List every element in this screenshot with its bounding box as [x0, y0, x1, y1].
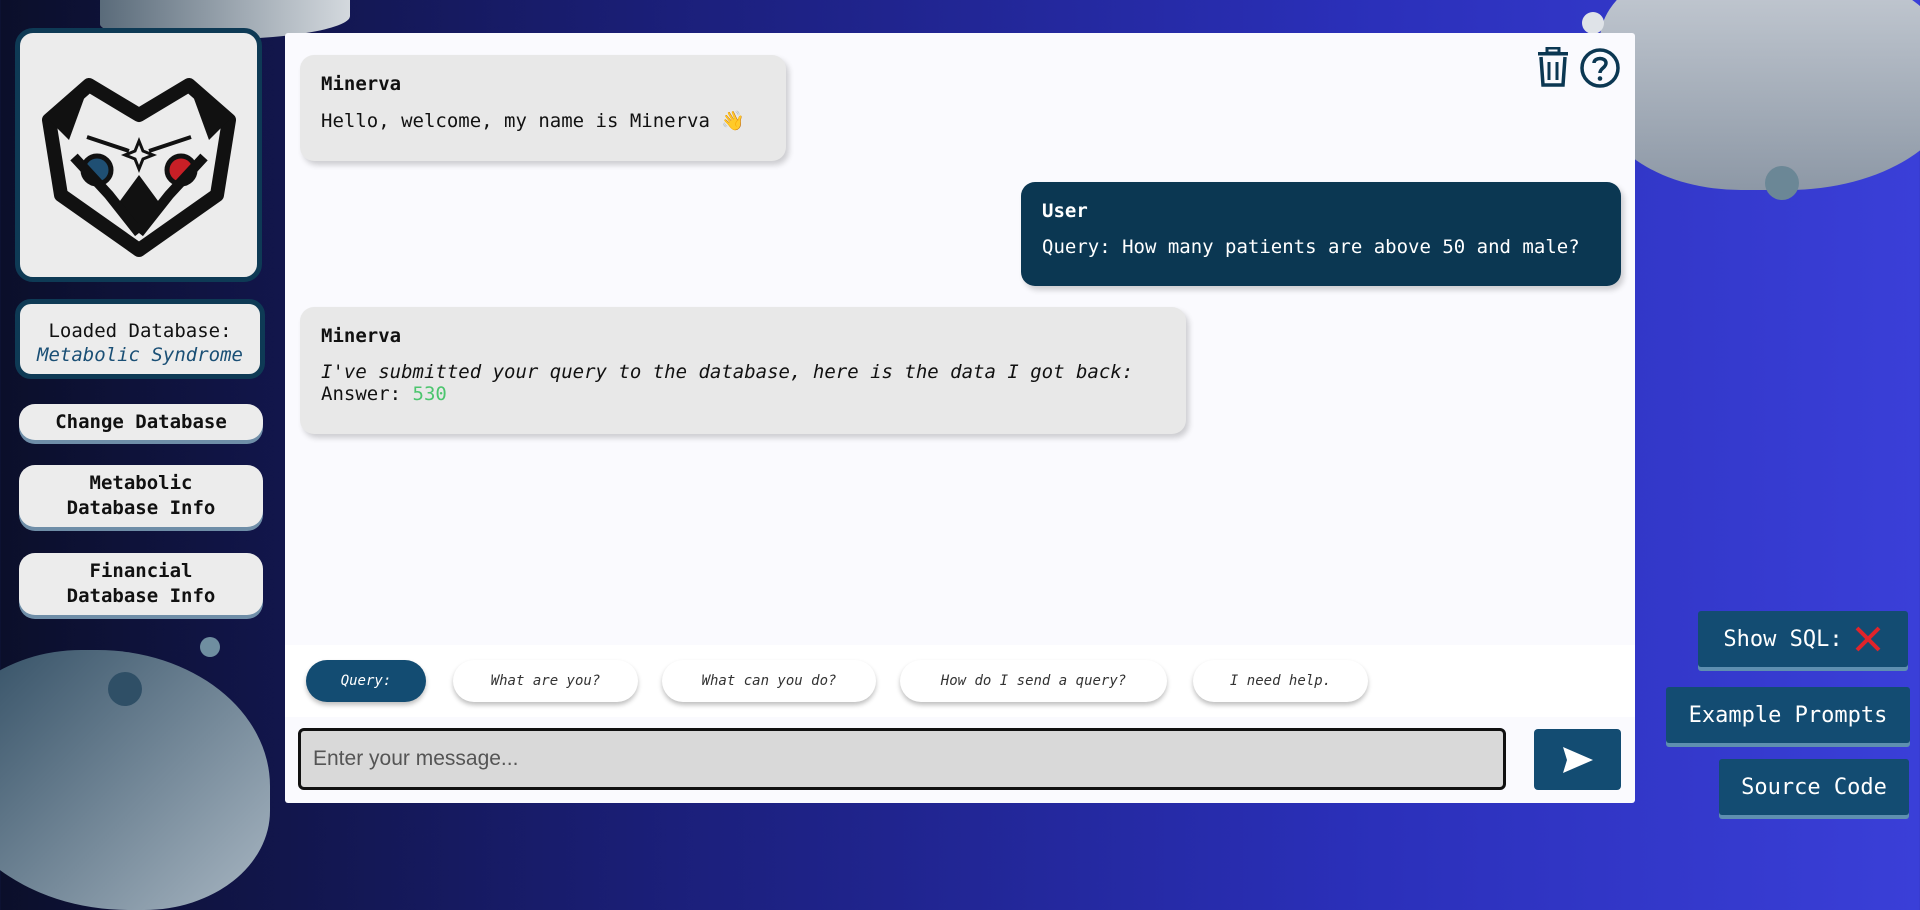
- chip-query[interactable]: Query:: [306, 660, 426, 702]
- decor-dot: [1582, 12, 1604, 34]
- send-icon: [1562, 746, 1593, 773]
- chat-toolbar: [1535, 47, 1621, 89]
- chat-panel: Minerva Hello, welcome, my name is Miner…: [285, 33, 1635, 803]
- button-label-line1: Metabolic: [89, 472, 193, 494]
- button-label-line1: Financial: [89, 560, 193, 582]
- message-text: I've submitted your query to the databas…: [321, 361, 1134, 383]
- change-database-button[interactable]: Change Database: [19, 404, 263, 440]
- decor-dot: [1765, 166, 1799, 200]
- example-prompts-button[interactable]: Example Prompts: [1666, 687, 1910, 743]
- metabolic-database-info-button[interactable]: Metabolic Database Info: [19, 465, 263, 527]
- chip-what-are-you[interactable]: What are you?: [453, 660, 638, 702]
- answer-label: Answer:: [321, 383, 402, 405]
- chip-need-help[interactable]: I need help.: [1193, 660, 1368, 702]
- message-text: Hello, welcome, my name is Minerva 👋: [321, 110, 746, 132]
- decor-dot: [200, 637, 220, 657]
- loaded-database-card: Loaded Database: Metabolic Syndrome: [15, 299, 265, 379]
- loaded-database-name: Metabolic Syndrome: [37, 344, 243, 366]
- help-icon[interactable]: [1579, 47, 1621, 89]
- close-x-icon: [1855, 626, 1881, 652]
- source-code-button[interactable]: Source Code: [1719, 759, 1909, 815]
- user-message: User Query: How many patients are above …: [1021, 182, 1621, 286]
- send-button[interactable]: [1534, 729, 1621, 790]
- button-label-line2: Database Info: [66, 497, 216, 519]
- decor-blob: [1600, 0, 1920, 190]
- message-sender: Minerva: [321, 325, 402, 347]
- bot-message: Minerva Hello, welcome, my name is Miner…: [300, 55, 786, 161]
- loaded-database-label: Loaded Database:: [48, 320, 232, 342]
- show-sql-label: Show SQL:: [1723, 626, 1843, 652]
- chip-how-send-query[interactable]: How do I send a query?: [900, 660, 1167, 702]
- owl-logo: [15, 28, 262, 282]
- bot-message: Minerva I've submitted your query to the…: [300, 307, 1186, 434]
- answer-line: Answer: 530: [321, 383, 1165, 405]
- financial-database-info-button[interactable]: Financial Database Info: [19, 553, 263, 615]
- message-sender: User: [1042, 200, 1088, 222]
- suggestion-chips: Query: What are you? What can you do? Ho…: [285, 645, 1635, 717]
- owl-logo-icon: [41, 78, 236, 257]
- message-sender: Minerva: [321, 73, 402, 95]
- change-database-label: Change Database: [55, 410, 227, 433]
- show-sql-toggle[interactable]: Show SQL:: [1698, 611, 1908, 667]
- button-label-line2: Database Info: [66, 585, 216, 607]
- message-text: Query: How many patients are above 50 an…: [1042, 236, 1580, 258]
- decor-dot: [108, 672, 142, 706]
- message-input[interactable]: [298, 728, 1506, 790]
- trash-icon[interactable]: [1535, 47, 1571, 87]
- answer-value: 530: [412, 383, 447, 405]
- chip-what-can-you-do[interactable]: What can you do?: [662, 660, 876, 702]
